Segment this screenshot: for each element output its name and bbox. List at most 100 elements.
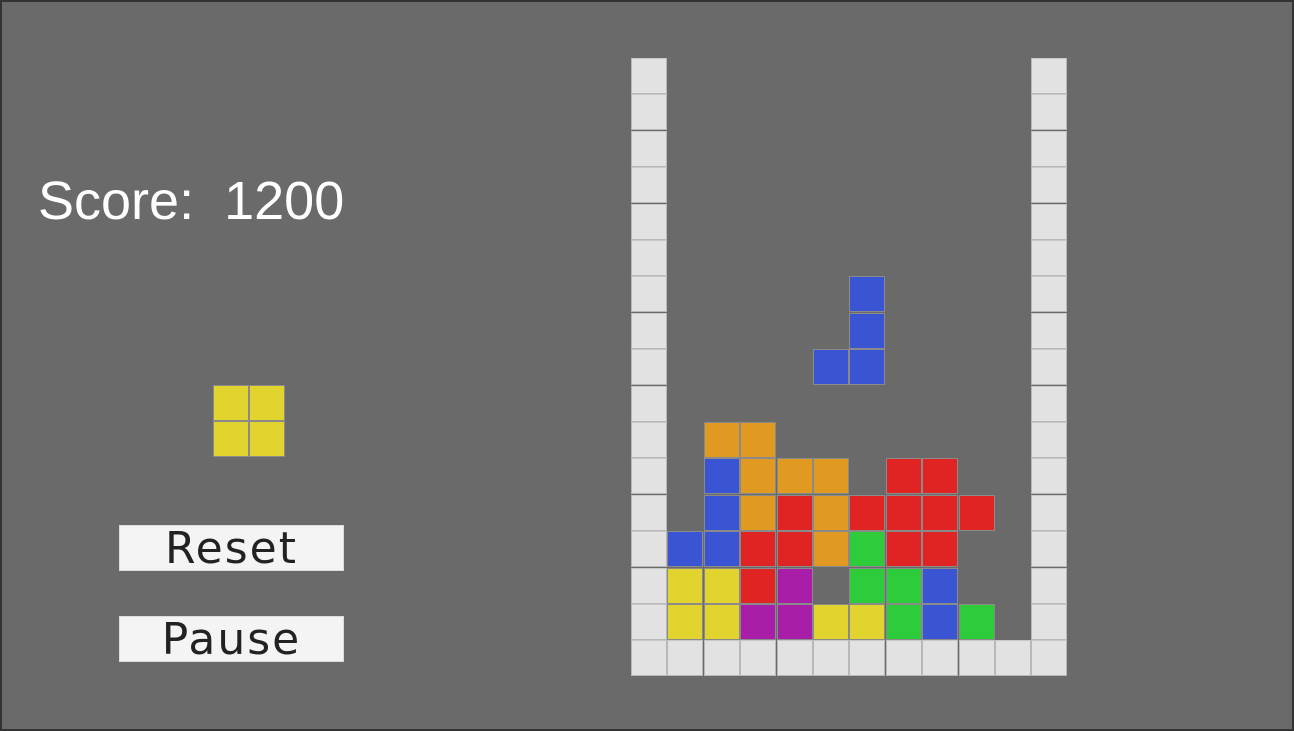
settled-block [885, 458, 922, 495]
floor-block [849, 640, 886, 677]
settled-block [703, 531, 740, 568]
next-piece-block [213, 385, 249, 421]
wall-block [1031, 494, 1068, 531]
floor-block [813, 640, 849, 677]
falling-piece-block [813, 349, 849, 386]
wall-block [631, 240, 667, 276]
settled-block [849, 604, 886, 640]
wall-block [1031, 94, 1068, 131]
wall-block [631, 203, 667, 240]
wall-block [631, 130, 667, 167]
settled-block [776, 604, 813, 640]
next-piece-block [213, 421, 249, 457]
settled-block [813, 458, 849, 495]
falling-piece-block [849, 349, 886, 386]
settled-block [885, 494, 922, 531]
pause-button[interactable]: Pause [119, 616, 344, 663]
settled-block [922, 494, 959, 531]
wall-block [1031, 567, 1068, 604]
wall-block [1031, 604, 1068, 640]
settled-block [849, 531, 886, 568]
next-piece-block [249, 385, 285, 421]
settled-block [813, 531, 849, 568]
settled-block [740, 567, 777, 604]
settled-block [813, 604, 849, 640]
wall-block [631, 58, 667, 94]
wall-block [1031, 458, 1068, 495]
settled-block [703, 494, 740, 531]
settled-block [776, 531, 813, 568]
wall-block [631, 422, 667, 458]
floor-block [958, 640, 995, 677]
wall-block [631, 312, 667, 349]
wall-block [631, 276, 667, 313]
wall-block [1031, 531, 1068, 568]
settled-block [667, 604, 704, 640]
wall-block [631, 567, 667, 604]
wall-block [1031, 276, 1068, 313]
settled-block [740, 604, 777, 640]
floor-block [995, 640, 1031, 677]
settled-block [922, 604, 959, 640]
settled-block [703, 567, 740, 604]
wall-block [631, 531, 667, 568]
wall-block [1031, 58, 1068, 94]
game-board [631, 58, 1068, 677]
score-label: Score: [38, 171, 195, 231]
settled-block [958, 604, 995, 640]
wall-block [631, 94, 667, 131]
settled-block [703, 604, 740, 640]
wall-block [631, 167, 667, 204]
score-display: Score: 1200 [38, 170, 344, 232]
floor-block [885, 640, 922, 677]
settled-block [776, 458, 813, 495]
wall-block [1031, 130, 1068, 167]
wall-block [1031, 422, 1068, 458]
floor-block [776, 640, 813, 677]
floor-block [703, 640, 740, 677]
settled-block [922, 458, 959, 495]
floor-block [740, 640, 777, 677]
next-piece-block [249, 421, 285, 457]
next-piece-preview [213, 385, 286, 458]
settled-block [740, 531, 777, 568]
settled-block [776, 494, 813, 531]
wall-block [631, 349, 667, 386]
settled-block [740, 494, 777, 531]
settled-block [885, 604, 922, 640]
floor-block [922, 640, 959, 677]
settled-block [740, 422, 777, 458]
wall-block [1031, 167, 1068, 204]
settled-block [885, 567, 922, 604]
settled-block [776, 567, 813, 604]
falling-piece-block [849, 276, 886, 313]
settled-block [667, 531, 704, 568]
wall-block [1031, 349, 1068, 386]
wall-block [631, 458, 667, 495]
settled-block [813, 494, 849, 531]
settled-block [703, 458, 740, 495]
game-screen: Score: 1200 Reset Pause [0, 0, 1294, 731]
wall-block [1031, 385, 1068, 422]
wall-block [1031, 240, 1068, 276]
wall-block [631, 385, 667, 422]
reset-button[interactable]: Reset [119, 525, 344, 572]
settled-block [740, 458, 777, 495]
settled-block [958, 494, 995, 531]
wall-block [1031, 312, 1068, 349]
settled-block [667, 567, 704, 604]
wall-block [631, 494, 667, 531]
floor-block [1031, 640, 1068, 677]
settled-block [703, 422, 740, 458]
settled-block [922, 567, 959, 604]
score-value: 1200 [224, 171, 345, 231]
settled-block [922, 531, 959, 568]
floor-block [667, 640, 704, 677]
floor-block [631, 640, 667, 677]
falling-piece-block [849, 312, 886, 349]
wall-block [631, 604, 667, 640]
settled-block [849, 567, 886, 604]
settled-block [885, 531, 922, 568]
wall-block [1031, 203, 1068, 240]
settled-block [849, 494, 886, 531]
